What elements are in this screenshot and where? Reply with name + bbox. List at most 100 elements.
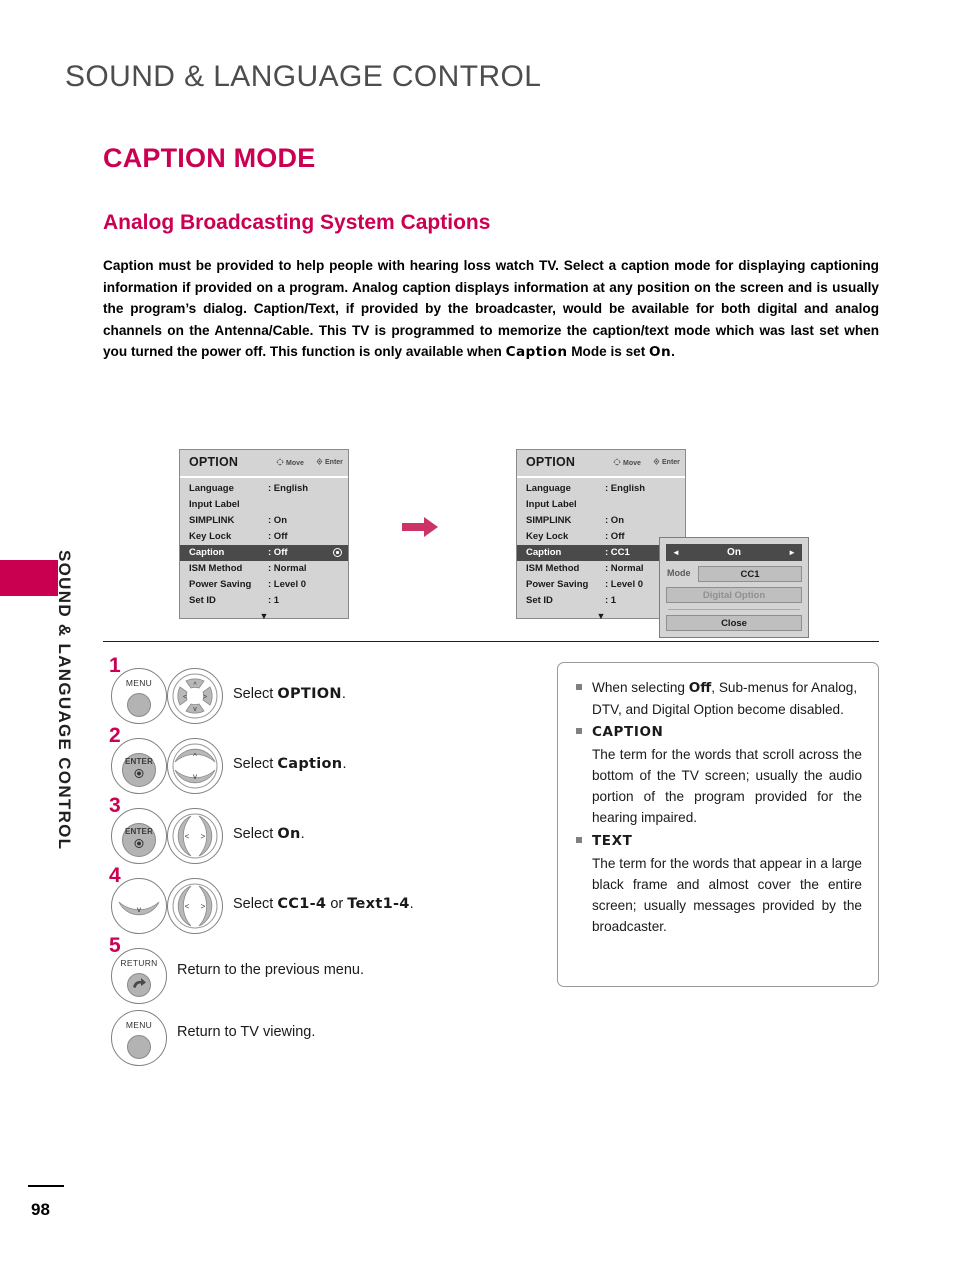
move-icon [276,458,284,466]
osd-row-label: Input Label [526,499,577,510]
osd-hint-move: Move [613,458,641,467]
caption-onoff-selector[interactable]: ◄ On ► [666,544,802,561]
enter-dot-icon [134,839,144,848]
chevron-right-icon[interactable]: ► [788,544,796,561]
caption-mode-label: Mode [667,568,691,578]
step-instruction-suffix: . [342,756,347,772]
enter-icon [316,458,323,465]
osd-row-value: : Normal [605,563,644,574]
note-item-caption-heading: CAPTION [574,721,862,743]
section-subtitle: Analog Broadcasting System Captions [103,211,491,234]
osd-row[interactable]: ISM Method: Normal [180,561,348,577]
left-right-arrows-icon: < > [172,883,218,929]
osd-row[interactable]: Key Lock: Off [180,529,348,545]
chapter-vertical-label: SOUND & LANGUAGE CONTROL [55,550,74,851]
step-number: 1 [109,654,121,677]
osd-row-value: : Off [605,531,625,542]
step-list: 1 MENU ^ v < > Select OPTION. 2 ENTER ^ … [103,654,533,1066]
step-instruction: Select On. [233,826,305,842]
step-instruction-middle: or [326,896,348,912]
left-right-navigation-pad[interactable]: < > [167,808,223,864]
bullet-square-icon [576,684,582,690]
note-body-caption: The term for the words that scroll acros… [592,747,862,825]
osd-row-value: : CC1 [605,547,630,558]
submenu-divider [668,609,800,610]
intro-emphasis-on: On [649,344,672,360]
osd-row[interactable]: SIMPLINK: On [517,513,685,529]
step-number: 2 [109,724,121,747]
osd-hint-move-label: Move [623,460,641,467]
note-heading: TEXT [592,833,633,849]
enter-dot-icon [134,769,144,778]
step-instruction-suffix: . [300,826,305,842]
menu-button-label: MENU [125,678,153,688]
osd-row-list: Language : English Input Label SIMPLINK : … [180,478,348,622]
intro-emphasis-caption: Caption [505,344,568,360]
step-instruction-suffix: . [409,896,414,912]
step-instruction-prefix: Select [233,826,278,842]
left-right-arrows-icon: < > [172,813,218,859]
osd-row-value: : On [268,515,287,526]
step-instruction-prefix: Select [233,756,278,772]
running-head: SOUND & LANGUAGE CONTROL [65,60,542,93]
step-number: 5 [109,934,121,957]
osd-row-label: Key Lock [526,531,569,542]
osd-row[interactable]: Language : English [180,481,348,497]
bullet-square-icon [576,728,582,734]
osd-row-value: : Level 0 [268,579,307,590]
note-prefix: When selecting [592,680,689,695]
osd-row[interactable]: Input Label [180,497,348,513]
osd-row-value: : English [605,483,646,494]
intro-paragraph: Caption must be provided to help people … [103,255,879,364]
menu-exit-instruction: Return to TV viewing. [177,1024,316,1040]
osd-row-value: : Off [268,547,288,558]
osd-row[interactable]: Input Label [517,497,685,513]
osd-row[interactable]: Power Saving: Level 0 [180,577,348,593]
svg-text:<: < [185,902,190,911]
osd-row-caption-selected[interactable]: Caption: Off [180,545,348,561]
step-number: 3 [109,794,121,817]
menu-exit-step: MENU Return to TV viewing. [103,1002,533,1066]
osd-row[interactable]: Set ID: 1 [180,593,348,609]
svg-text:<: < [183,694,187,701]
step-number: 4 [109,864,121,887]
step-instruction-prefix: Select [233,686,278,702]
section-divider [103,641,879,642]
left-right-navigation-pad[interactable]: < > [167,878,223,934]
caption-submenu-popup: ◄ On ► Mode CC1 Digital Option Close [659,537,809,638]
chapter-color-tab [0,560,58,596]
close-button[interactable]: Close [666,615,802,631]
osd-row-label: Caption [526,547,562,558]
osd-row[interactable]: Language: English [517,481,685,497]
bullet-square-icon [576,837,582,843]
osd-row-value: : English [268,483,309,494]
four-way-navigation-pad[interactable]: ^ v < > [167,668,223,724]
note-box: When selecting Off, Sub-menus for Analog… [557,662,879,987]
osd-row-value: : Normal [268,563,307,574]
chevron-left-icon[interactable]: ◄ [672,544,680,561]
osd-row-label: Language [189,483,234,494]
osd-header: OPTION Move Enter [180,450,348,478]
menu-button[interactable]: MENU [111,1010,167,1066]
footer-rule [28,1185,64,1187]
four-way-arrows-icon: ^ v < > [172,673,218,719]
svg-text:>: > [201,832,206,841]
osd-row-value: : On [605,515,624,526]
up-down-navigation-pad[interactable]: ^ v [167,738,223,794]
osd-row-label: Set ID [526,595,553,606]
osd-row-label: Input Label [189,499,240,510]
note-item-text-heading: TEXT [574,830,862,852]
step-instruction-target-2: Text1-4 [347,896,410,912]
step-instruction-prefix: Select [233,896,278,912]
note-item-off: When selecting Off, Sub-menus for Analog… [574,677,862,720]
osd-row-label: SIMPLINK [189,515,235,526]
osd-row[interactable]: SIMPLINK : On [180,513,348,529]
osd-row-value: : 1 [268,595,280,606]
caption-onoff-value: On [727,547,741,558]
osd-hint-enter-label: Enter [662,459,680,466]
svg-text:v: v [193,772,197,781]
osd-header: OPTION Move Enter [517,450,685,478]
caption-mode-row: Mode CC1 [666,566,802,582]
scroll-down-arrow-icon[interactable]: ▼ [180,610,348,622]
caption-mode-value[interactable]: CC1 [698,566,802,582]
